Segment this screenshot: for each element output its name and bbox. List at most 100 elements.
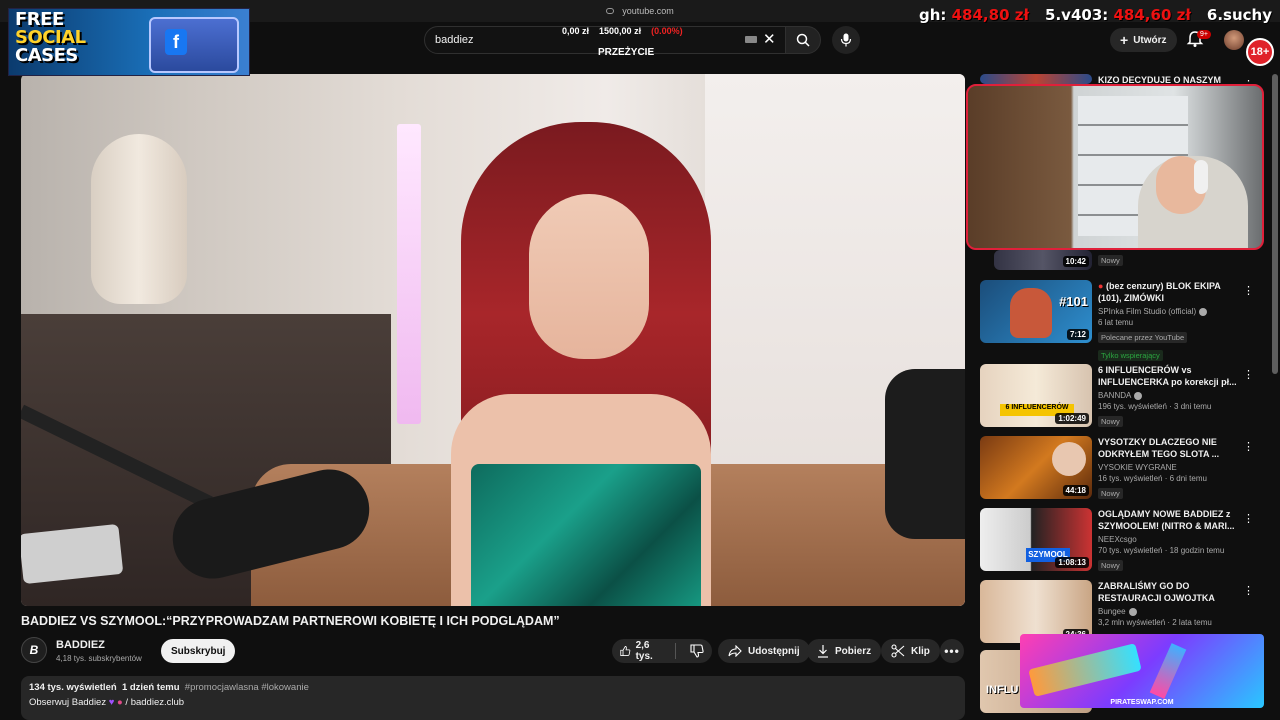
list-item[interactable]: 10:42 Nowy (980, 250, 1260, 270)
green-dress (471, 464, 701, 606)
create-label: Utwórz (1133, 34, 1167, 46)
list-item[interactable]: #101 7:12 ● (bez cenzury) BLOK EKIPA (10… (980, 280, 1260, 364)
url-text: youtube.com (622, 6, 674, 16)
knife-skin-image (1149, 643, 1187, 699)
description-box[interactable]: 134 tys. wyświetleń 1 dzień temu #promoc… (21, 676, 965, 720)
new-badge: Nowy (1098, 255, 1123, 266)
free-social-cases-ad[interactable]: FREE SOCIAL CASES f (8, 8, 250, 76)
microphone-icon (840, 33, 852, 47)
channel-subscribers: 4,18 tys. subskrybentów (56, 654, 142, 663)
site-info-icon[interactable] (606, 8, 615, 14)
video-thumbnail: #101 7:12 (980, 280, 1092, 343)
list-item[interactable]: SZYMOOL 1:08:13 OGLĄDAMY NOWE BADDIEZ z … (980, 508, 1260, 572)
weapon-skin-image (1028, 643, 1142, 697)
like-button[interactable]: 2,6 tys. (612, 639, 669, 663)
pirateswap-ad[interactable]: PIRATESWAP.COM (1020, 634, 1264, 708)
red-dot-icon: ● (1098, 281, 1104, 291)
purple-heart-icon: ♥ (108, 697, 115, 708)
facebook-case-icon: f (149, 17, 239, 73)
vase-decor (91, 134, 187, 304)
thumbs-down-icon (690, 644, 704, 658)
scissors-icon (891, 644, 905, 658)
more-horizontal-icon: ••• (944, 644, 960, 658)
account-avatar[interactable] (1224, 30, 1244, 50)
plus-icon: + (1120, 32, 1129, 48)
stats-sub: PRZEŻYCIE (598, 47, 655, 58)
recommended-badge: Polecane przez YouTube (1098, 332, 1188, 343)
ad-line-3: CASES (15, 45, 78, 66)
new-badge: Nowy (1098, 416, 1123, 427)
ticker-v403-label: 5.v403: (1045, 6, 1109, 24)
share-icon (728, 645, 742, 657)
page-scrollbar[interactable] (1272, 74, 1278, 374)
streamer-webcam-overlay (966, 84, 1264, 250)
download-button[interactable]: Pobierz (807, 639, 882, 663)
keyboard-icon[interactable] (745, 36, 757, 43)
new-badge: Nowy (1098, 488, 1123, 499)
kebab-menu-icon[interactable]: ⋮ (1243, 512, 1254, 525)
share-button[interactable]: Udostępnij (718, 639, 810, 663)
video-stats: 3,2 mln wyświetleń · 2 lata temu (1098, 618, 1212, 627)
more-actions-button[interactable]: ••• (940, 639, 964, 663)
video-stats: 6 lat temu (1098, 318, 1134, 327)
voice-search-button[interactable] (832, 26, 860, 54)
kebab-menu-icon[interactable]: ⋮ (1243, 368, 1254, 381)
create-button[interactable]: + Utwórz (1110, 28, 1177, 52)
video-title: OGLĄDAMY NOWE BADDIEZ z SZYMOOLEM! (NITR… (1098, 509, 1235, 531)
ticker-gh-label: gh: (918, 6, 947, 24)
like-dislike-group: 2,6 tys. (612, 639, 712, 663)
channel-name[interactable]: BADDIEZ (56, 639, 105, 651)
ticker-gh-value: 484,80 zł (951, 6, 1030, 24)
verified-icon (1128, 607, 1137, 616)
ticker-suchy-label: 6.suchy (1206, 6, 1272, 24)
dislike-button[interactable] (682, 639, 712, 663)
clip-button[interactable]: Klip (881, 639, 940, 663)
neon-lamp (397, 124, 421, 424)
screen: youtube.com FREE SOCIAL CASES f gh: 484,… (0, 0, 1280, 720)
search-icon (796, 33, 810, 47)
phone-on-table (21, 523, 124, 585)
channel-name[interactable]: BANNDA (1098, 391, 1131, 400)
new-badge: Nowy (1098, 560, 1123, 571)
download-icon (818, 645, 828, 658)
search-input[interactable] (435, 34, 555, 46)
clip-label: Klip (911, 645, 930, 657)
kebab-menu-icon[interactable]: ⋮ (1243, 584, 1254, 597)
ad-label: PIRATESWAP.COM (1110, 699, 1174, 706)
channel-avatar[interactable]: B (21, 637, 47, 663)
members-only-badge: Tylko wspierający (1098, 350, 1163, 361)
video-title: (bez cenzury) BLOK EKIPA (101), ZIMÓWKI (1098, 281, 1221, 303)
list-item[interactable]: 44:18 VYSOTZKY DLACZEGO NIE ODKRYŁEM TEG… (980, 436, 1260, 500)
thumbs-up-icon (620, 646, 631, 656)
list-item[interactable]: 6 INFLUENCERÓW 1:02:49 6 INFLUENCERÓW vs… (980, 364, 1260, 428)
video-player[interactable] (21, 74, 965, 606)
notification-count-badge: 9+ (1197, 30, 1211, 39)
duration-badge: 1:08:13 (1055, 557, 1089, 568)
video-thumbnail: 44:18 (980, 436, 1092, 499)
search-button[interactable] (785, 26, 821, 54)
duration-badge: 7:12 (1066, 329, 1089, 340)
description-link[interactable]: / baddiez.club (125, 697, 184, 708)
download-label: Pobierz (835, 645, 872, 657)
video-title: VYSOTZKY DLACZEGO NIE ODKRYŁEM TEGO SLOT… (1098, 437, 1220, 459)
subscribe-button[interactable]: Subskrybuj (161, 639, 236, 663)
channel-name[interactable]: Bungee (1098, 607, 1126, 616)
video-stats: 16 tys. wyświetleń · 6 dni temu (1098, 474, 1207, 483)
person-face (529, 194, 649, 359)
kebab-menu-icon[interactable]: ⋮ (1243, 440, 1254, 453)
video-thumbnail: 6 INFLUENCERÓW 1:02:49 (980, 364, 1092, 427)
like-count: 2,6 tys. (635, 640, 653, 662)
clear-search-icon[interactable]: ✕ (763, 30, 776, 48)
stats-right: (0.00%) (651, 26, 683, 36)
verified-icon (1199, 307, 1208, 316)
channel-name[interactable]: SPInka Film Studio (official) (1098, 307, 1196, 316)
headphones (1194, 160, 1208, 194)
video-title: 6 INFLUENCERÓW vs INFLUENCERKA po korekc… (1098, 365, 1237, 387)
channel-name[interactable]: NEEXcsgo (1098, 535, 1137, 544)
hashtags[interactable]: #promocjawlasna #lokowanie (185, 682, 309, 693)
view-count: 134 tys. wyświetleń (29, 682, 117, 693)
kebab-menu-icon[interactable]: ⋮ (1243, 284, 1254, 297)
verified-icon (1134, 391, 1143, 400)
ticker-v403-value: 484,60 zł (1113, 6, 1191, 24)
channel-name[interactable]: VYSOKIE WYGRANE (1098, 463, 1177, 472)
